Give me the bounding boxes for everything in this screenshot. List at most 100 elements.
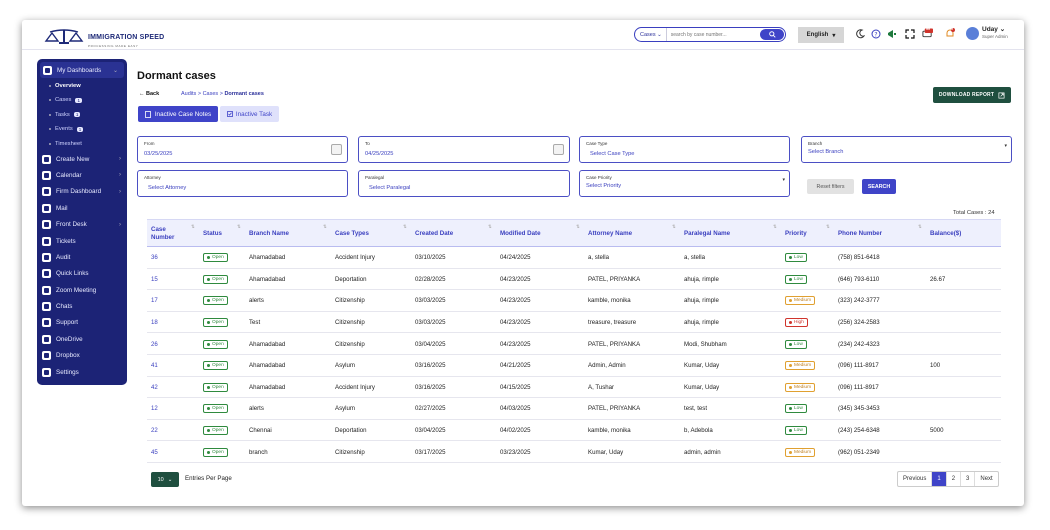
case-cell[interactable]: 15 — [151, 269, 158, 291]
sidebar-subitem-events[interactable]: Events 1 — [37, 122, 127, 137]
column-header[interactable]: Status — [203, 220, 222, 248]
sidebar-item-support[interactable]: Support — [37, 315, 127, 331]
calendar-icon[interactable] — [553, 144, 564, 155]
sidebar-item-my-dashboards[interactable]: My Dashboards ⌄ — [40, 62, 124, 79]
logo[interactable]: IMMIGRATION SPEED PROCESSING MADE EASY — [44, 26, 164, 48]
table-row[interactable]: 15 Open Ahamadabad Deportation 02/28/2025 04/… — [147, 269, 1001, 291]
field-value: Select Priority — [586, 183, 622, 189]
sidebar-item-quick-links[interactable]: Quick Links — [37, 266, 127, 282]
sidebar-item-calendar[interactable]: Calendar › — [37, 167, 127, 183]
column-header[interactable]: Created Date — [415, 220, 453, 248]
sort-icon[interactable]: ⇅ — [403, 224, 407, 230]
sort-icon[interactable]: ⇅ — [488, 224, 492, 230]
created-cell: 03/10/2025 — [415, 254, 446, 262]
sort-icon[interactable]: ⇅ — [191, 224, 195, 230]
table-row[interactable]: 42 Open Ahamadabad Accident Injury 03/16/202… — [147, 377, 1001, 399]
sidebar-subitem-overview[interactable]: Overview — [37, 78, 127, 93]
field-value: Select Case Type — [590, 151, 635, 157]
table-row[interactable]: 41 Open Ahamadabad Asylum 03/16/2025 04/21/20… — [147, 355, 1001, 377]
sort-icon[interactable]: ⇅ — [918, 224, 922, 230]
table-row[interactable]: 26 Open Ahamadabad Citizenship 03/04/2025 04/… — [147, 333, 1001, 355]
sidebar-item-firm-dashboard[interactable]: Firm Dashboard › — [37, 184, 127, 200]
sidebar-item-mail[interactable]: Mail — [37, 200, 127, 216]
table-row[interactable]: 45 Open branch Citizenship 03/17/2025 03/23/2… — [147, 441, 1001, 463]
help-icon[interactable]: ? — [870, 28, 881, 39]
sort-icon[interactable]: ⇅ — [237, 224, 241, 230]
sidebar-subitem-timesheet[interactable]: Timesheet — [37, 136, 127, 151]
column-header[interactable]: Balance($) — [930, 220, 961, 248]
sidebar-item-dropbox[interactable]: Dropbox — [37, 348, 127, 364]
pagination-page-1[interactable]: 1 — [932, 472, 947, 486]
sidebar-item-create-new[interactable]: Create New › — [37, 151, 127, 167]
breadcrumb-audits[interactable]: Audits — [181, 91, 196, 97]
table-row[interactable]: 22 Open Chennai Deportation 03/04/2025 04/02/… — [147, 420, 1001, 442]
column-header[interactable]: Case Types — [335, 220, 369, 248]
branch-select[interactable]: Branch Select Branch ▾ — [801, 136, 1012, 163]
table-row[interactable]: 36 Open Ahamadabad Accident Injury 03/10/202… — [147, 247, 1001, 269]
from-date-field[interactable]: From 03/25/2025 — [137, 136, 348, 163]
moon-icon[interactable] — [854, 28, 865, 39]
sort-icon[interactable]: ⇅ — [672, 224, 676, 230]
sort-icon[interactable]: ⇅ — [826, 224, 830, 230]
table-row[interactable]: 17 Open alerts Citizenship 03/03/2025 04/23/2… — [147, 290, 1001, 312]
sort-icon[interactable]: ⇅ — [323, 224, 327, 230]
user-menu[interactable]: Uday ⌄ Super Admin — [966, 26, 1008, 40]
entries-per-page-select[interactable]: 10 ⌄ — [151, 472, 179, 487]
case-cell[interactable]: 42 — [151, 377, 158, 399]
to-date-field[interactable]: To 04/25/2025 — [358, 136, 570, 163]
case-cell[interactable]: 41 — [151, 355, 158, 377]
case-cell[interactable]: 22 — [151, 420, 158, 442]
sort-icon[interactable]: ⇅ — [576, 224, 580, 230]
reset-filters-button[interactable]: Reset filters — [807, 179, 854, 194]
column-header[interactable]: Priority — [785, 220, 807, 248]
tab-inactive-case-notes[interactable]: Inactive Case Notes — [138, 106, 218, 122]
sidebar-item-settings[interactable]: Settings — [37, 364, 127, 380]
megaphone-icon[interactable] — [886, 28, 897, 39]
sidebar-subitem-cases[interactable]: Cases 1 — [37, 93, 127, 108]
column-header[interactable]: Modified Date — [500, 220, 541, 248]
column-header[interactable]: Attorney Name — [588, 220, 632, 248]
attorney-select[interactable]: Attorney Select Attorney — [137, 170, 348, 197]
paralegal-select[interactable]: Paralegal Select Paralegal — [358, 170, 570, 197]
language-select[interactable]: English ▾ — [798, 27, 844, 43]
column-header[interactable]: Paralegal Name — [684, 220, 730, 248]
column-header[interactable]: Phone Number — [838, 220, 882, 248]
search-input[interactable] — [666, 31, 760, 38]
case-cell[interactable]: 36 — [151, 247, 158, 269]
sidebar-item-tickets[interactable]: Tickets — [37, 233, 127, 249]
case-cell[interactable]: 12 — [151, 398, 158, 420]
sort-icon[interactable]: ⇅ — [773, 224, 777, 230]
case-cell[interactable]: 26 — [151, 333, 158, 355]
tab-inactive-task[interactable]: Inactive Task — [220, 106, 279, 122]
download-report-button[interactable]: DOWNLOAD REPORT — [933, 87, 1011, 103]
sidebar-item-chats[interactable]: Chats — [37, 298, 127, 314]
pagination-page-2[interactable]: 2 — [947, 472, 962, 486]
search-button[interactable] — [760, 29, 784, 40]
calendar-icon[interactable] — [331, 144, 342, 155]
sidebar-item-front-desk[interactable]: Front Desk › — [37, 216, 127, 232]
phone-cell: (243) 254-6348 — [838, 427, 880, 435]
fullscreen-icon[interactable] — [904, 28, 915, 39]
pagination-previous[interactable]: Previous — [898, 472, 933, 486]
breadcrumb-cases[interactable]: Cases — [203, 91, 219, 97]
column-header[interactable]: Case Number — [151, 220, 177, 248]
case-cell[interactable]: 18 — [151, 312, 158, 334]
case-cell[interactable]: 45 — [151, 441, 158, 463]
sidebar-subitem-tasks[interactable]: Tasks 1 — [37, 107, 127, 122]
sidebar-item-audit[interactable]: Audit — [37, 249, 127, 265]
priority-select[interactable]: Case Priority Select Priority ▾ — [579, 170, 790, 197]
search-scope-select[interactable]: Cases ⌄ — [635, 28, 667, 41]
chat-notification-icon[interactable]: 99 — [922, 27, 933, 39]
case-cell[interactable]: 17 — [151, 290, 158, 312]
column-header[interactable]: Branch Name — [249, 220, 289, 248]
sidebar-item-onedrive[interactable]: OneDrive — [37, 331, 127, 347]
sidebar-item-zoom-meeting[interactable]: Zoom Meeting — [37, 282, 127, 298]
bell-icon[interactable]: 9 — [944, 27, 955, 39]
search-filters-button[interactable]: SEARCH — [862, 179, 896, 194]
back-button[interactable]: ← Back — [139, 91, 159, 97]
case-type-select[interactable]: Case Type Select Case Type — [579, 136, 790, 163]
pagination-next[interactable]: Next — [975, 472, 997, 486]
table-row[interactable]: 12 Open alerts Asylum 02/27/2025 04/03/2025 PA… — [147, 398, 1001, 420]
pagination-page-3[interactable]: 3 — [961, 472, 976, 486]
table-row[interactable]: 18 Open Test Citizenship 03/03/2025 04/23/202… — [147, 312, 1001, 334]
